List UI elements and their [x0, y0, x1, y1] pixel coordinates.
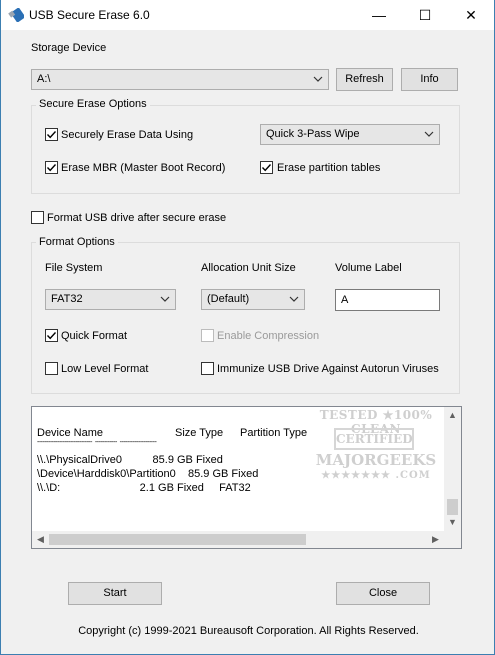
storage-device-select[interactable]: A:\: [31, 69, 329, 90]
allocation-unit-label: Allocation Unit Size: [201, 262, 296, 274]
scrollbar-corner: [444, 531, 461, 548]
scroll-right-icon[interactable]: ▶: [427, 531, 444, 548]
file-system-value: FAT32: [51, 293, 83, 305]
volume-label-label: Volume Label: [335, 262, 402, 274]
watermark-line-majorgeeks: MAJORGEEKS: [315, 451, 437, 469]
quick-format-checkbox[interactable]: [45, 329, 58, 342]
enable-compression-label: Enable Compression: [217, 330, 320, 342]
erase-partition-tables-label: Erase partition tables: [277, 162, 381, 174]
storage-device-value: A:\: [37, 73, 51, 85]
low-level-format-label: Low Level Format: [61, 363, 149, 375]
storage-device-label: Storage Device: [31, 42, 107, 54]
majorgeeks-watermark: TESTED ★100% CLEAN CERTIFIED MAJORGEEKS …: [306, 408, 446, 490]
device-row[interactable]: \Device\Harddisk0\Partition0 85.9 GB Fix…: [37, 468, 258, 480]
volume-label-input[interactable]: [336, 290, 439, 310]
format-options-title: Format Options: [36, 236, 118, 248]
usb-drive-icon: [8, 8, 24, 22]
volume-label-input-box: [335, 289, 440, 311]
quick-format-label: Quick Format: [61, 330, 128, 342]
immunize-autorun-label: Immunize USB Drive Against Autorun Virus…: [217, 363, 439, 375]
checkmark-icon: [46, 131, 57, 139]
device-row[interactable]: \\.\D: 2.1 GB Fixed FAT32: [37, 482, 251, 494]
checkmark-icon: [261, 164, 272, 172]
close-window-button[interactable]: ✕: [448, 0, 494, 30]
horizontal-scrollbar[interactable]: ◀ ▶: [32, 531, 444, 548]
low-level-format-checkbox[interactable]: [45, 362, 58, 375]
column-header-device-name: Device Name: [37, 427, 104, 439]
securely-erase-checkbox[interactable]: [45, 128, 58, 141]
close-icon: ✕: [465, 7, 477, 23]
chevron-down-icon: [313, 76, 323, 82]
minimize-icon: —: [372, 7, 386, 23]
checkmark-icon: [46, 332, 57, 340]
checkmark-icon: [46, 164, 57, 172]
copyright-text: Copyright (c) 1999-2021 Bureausoft Corpo…: [78, 625, 419, 637]
watermark-line-com: ★★★★★★★ .COM: [321, 470, 431, 481]
minimize-button[interactable]: —: [356, 0, 402, 30]
erase-mbr-label: Erase MBR (Master Boot Record): [61, 162, 226, 174]
scroll-down-icon[interactable]: ▼: [444, 514, 461, 531]
column-header-size-type: Size Type: [175, 427, 224, 439]
column-header-partition-type: Partition Type: [240, 427, 308, 439]
immunize-autorun-checkbox[interactable]: [201, 362, 214, 375]
header-separator: ------------------------------ ---------…: [37, 439, 157, 446]
window-title: USB Secure Erase 6.0: [29, 8, 150, 22]
secure-erase-options-group: [31, 105, 460, 194]
chevron-down-icon: [424, 131, 434, 137]
securely-erase-label: Securely Erase Data Using: [61, 129, 194, 141]
format-after-erase-label: Format USB drive after secure erase: [47, 212, 227, 224]
scroll-left-icon[interactable]: ◀: [32, 531, 49, 548]
chevron-down-icon: [160, 296, 170, 302]
allocation-unit-value: (Default): [207, 293, 250, 305]
refresh-button[interactable]: Refresh: [336, 68, 393, 91]
secure-erase-options-title: Secure Erase Options: [36, 98, 150, 110]
watermark-line-certified: CERTIFIED: [334, 428, 414, 450]
chevron-down-icon: [289, 296, 299, 302]
file-system-label: File System: [45, 262, 103, 274]
allocation-unit-select[interactable]: (Default): [201, 289, 305, 310]
erase-mbr-checkbox[interactable]: [45, 161, 58, 174]
vertical-scroll-thumb[interactable]: [447, 499, 458, 515]
close-button[interactable]: Close: [336, 582, 430, 605]
file-system-select[interactable]: FAT32: [45, 289, 176, 310]
start-button[interactable]: Start: [68, 582, 162, 605]
format-after-erase-checkbox[interactable]: [31, 211, 44, 224]
info-button[interactable]: Info: [401, 68, 458, 91]
erase-method-value: Quick 3-Pass Wipe: [266, 128, 360, 140]
erase-method-select[interactable]: Quick 3-Pass Wipe: [260, 124, 440, 145]
main-window: USB Secure Erase 6.0 — ☐ ✕ Storage Devic…: [0, 0, 495, 655]
title-bar[interactable]: USB Secure Erase 6.0 — ☐ ✕: [1, 0, 494, 30]
erase-partition-tables-checkbox[interactable]: [260, 161, 273, 174]
enable-compression-checkbox[interactable]: [201, 329, 214, 342]
device-row[interactable]: \\.\PhysicalDrive0 85.9 GB Fixed: [37, 454, 223, 466]
maximize-icon: ☐: [418, 7, 432, 23]
vertical-scrollbar[interactable]: ▲ ▼: [444, 407, 461, 531]
horizontal-scroll-thumb[interactable]: [49, 534, 306, 545]
scroll-up-icon[interactable]: ▲: [444, 407, 461, 424]
maximize-button[interactable]: ☐: [402, 0, 448, 30]
